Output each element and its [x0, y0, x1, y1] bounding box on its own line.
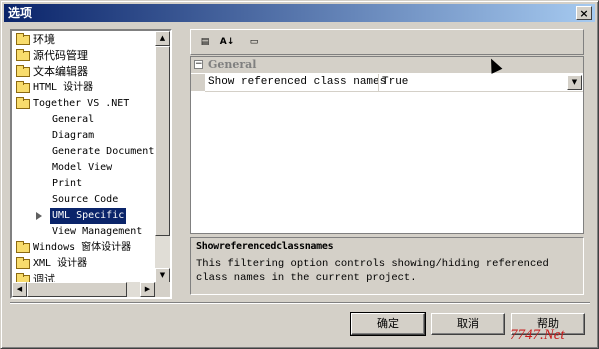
property-pages-icon[interactable]: ▭ [245, 33, 263, 51]
tree-item-label: Diagram [52, 130, 95, 141]
categorized-view-icon[interactable]: ▤ [196, 33, 214, 51]
tree-item[interactable]: 源代码管理 [12, 48, 155, 64]
tree-item-label: UML Specific [50, 208, 127, 224]
tree-item[interactable]: UML Specific [12, 208, 155, 224]
vertical-scroll-thumb[interactable] [155, 46, 170, 236]
folder-icon [16, 33, 30, 45]
alphabetical-sort-icon[interactable]: A↓ [218, 33, 236, 51]
folder-icon [16, 257, 30, 269]
cancel-button[interactable]: 取消 [431, 313, 505, 335]
tree-item-label: Generate Document [52, 146, 155, 157]
folder-icon [16, 49, 30, 61]
tree-item-label: XML 设计器 [33, 258, 88, 269]
tree-item[interactable]: Diagram [12, 128, 155, 144]
tree-item-label: 文本编辑器 [33, 65, 88, 78]
tree-item[interactable]: General [12, 112, 155, 128]
title-bar[interactable]: 选项 × [4, 4, 595, 22]
tree-item[interactable]: HTML 设计器 [12, 80, 155, 96]
tree-item-label: Model View [52, 162, 113, 173]
tree-item-label: Windows 窗体设计器 [33, 242, 132, 253]
horizontal-scroll-thumb[interactable] [27, 282, 127, 297]
options-dialog: 选项 × 环境源代码管理文本编辑器 HTML 设计器 Together VS .NE… [0, 0, 599, 349]
tree-item-label: 源代码管理 [33, 49, 88, 62]
tree-item[interactable]: Together VS .NET [12, 96, 155, 112]
description-text: This filtering option controls showing/h… [196, 258, 549, 284]
scroll-right-icon[interactable]: ▶ [140, 282, 155, 297]
folder-icon [16, 81, 30, 93]
tree-list: 环境源代码管理文本编辑器 HTML 设计器 Together VS .NET Gene… [12, 31, 155, 283]
tree-item-label: View Management [52, 226, 143, 237]
scrollbar-corner [155, 282, 170, 297]
dialog-title: 选项 [8, 6, 33, 20]
tree-item-label: Source Code [52, 194, 119, 205]
selection-arrow-icon [36, 212, 42, 220]
tree-item-label: General [52, 114, 95, 125]
tree-item[interactable]: 环境 [12, 32, 155, 48]
scroll-up-icon[interactable]: ▲ [155, 31, 170, 46]
tree-item[interactable]: XML 设计器 [12, 256, 155, 272]
category-row[interactable]: − General [191, 57, 583, 73]
description-panel: Showreferencedclassnames This filtering … [190, 237, 584, 295]
tree-horizontal-scrollbar[interactable]: ◀ ▶ [12, 282, 155, 297]
property-value[interactable]: True [382, 74, 408, 91]
property-name: Show referenced class names [208, 76, 387, 88]
collapse-icon[interactable]: − [194, 60, 203, 69]
watermark: 7747.Net [510, 327, 565, 343]
property-divider[interactable] [378, 74, 379, 91]
scroll-left-icon[interactable]: ◀ [12, 282, 27, 297]
description-title: Showreferencedclassnames [196, 241, 334, 252]
folder-icon [16, 241, 30, 253]
tree-vertical-scrollbar[interactable]: ▲ ▼ [155, 31, 170, 283]
ok-button[interactable]: 确定 [350, 312, 426, 336]
category-label: General [208, 58, 257, 71]
tree-item-label: Print [52, 178, 83, 189]
tree-item-label: HTML 设计器 [33, 82, 94, 93]
folder-icon [16, 65, 30, 77]
tree-item[interactable]: Windows 窗体设计器 [12, 240, 155, 256]
property-row[interactable]: Show referenced class names True ▼ [191, 74, 583, 91]
tree-item[interactable]: Print [12, 176, 155, 192]
options-tree: 环境源代码管理文本编辑器 HTML 设计器 Together VS .NET Gene… [10, 29, 172, 299]
tree-item[interactable]: Model View [12, 160, 155, 176]
tree-item-label: Together VS .NET [33, 98, 130, 109]
dropdown-arrow-icon[interactable]: ▼ [567, 75, 582, 90]
property-gutter [191, 74, 205, 91]
close-button[interactable]: × [576, 6, 592, 20]
row-separator [205, 91, 583, 92]
property-grid: − General Show referenced class names Tr… [190, 56, 584, 234]
scroll-down-icon[interactable]: ▼ [155, 268, 170, 283]
tree-item[interactable]: 文本编辑器 [12, 64, 155, 80]
tree-item[interactable]: Source Code [12, 192, 155, 208]
tree-item[interactable]: Generate Document [12, 144, 155, 160]
tree-item-label: 环境 [33, 33, 55, 46]
open-folder-icon [16, 97, 30, 109]
tree-item[interactable]: View Management [12, 224, 155, 240]
property-toolbar: ▤ A↓ ▭ [190, 29, 584, 55]
divider [10, 302, 590, 304]
